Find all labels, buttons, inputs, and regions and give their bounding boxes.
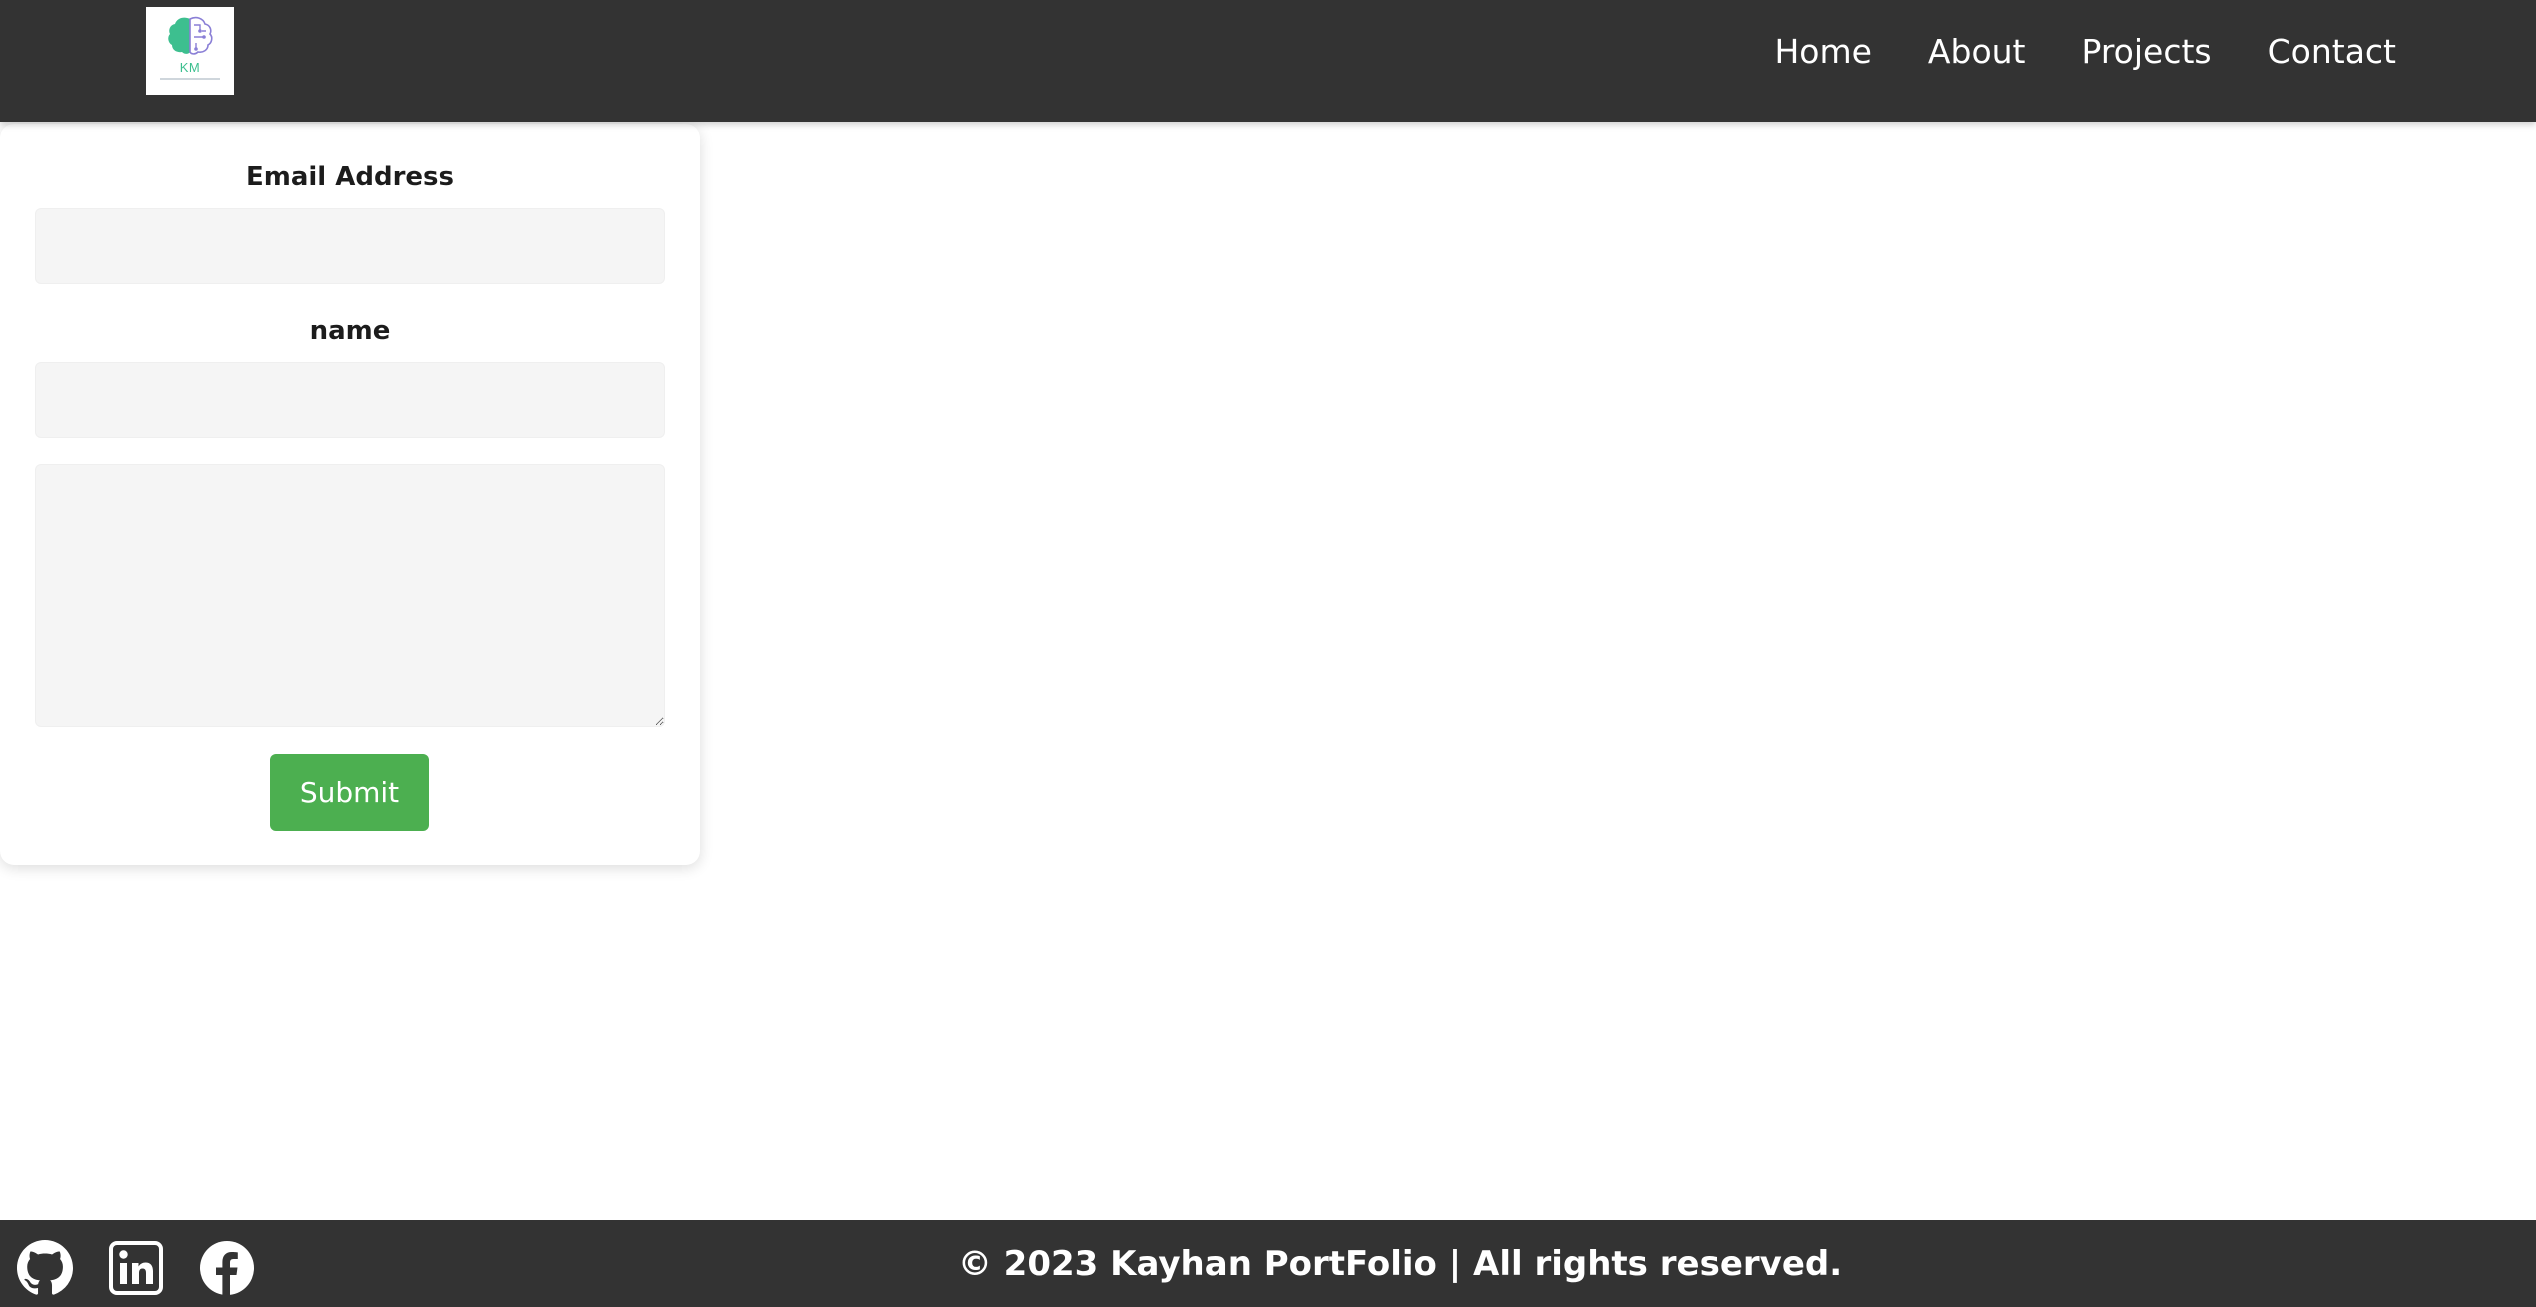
nav-home[interactable]: Home [1774,30,1871,74]
copyright-text: © 2023 Kayhan PortFolio | All rights res… [957,1244,1843,1284]
brain-icon [168,16,213,55]
main-nav: Home About Projects Contact [1718,30,2396,74]
contact-form-card: Email Address name Submit [0,124,700,865]
logo[interactable]: KM [146,7,234,95]
nav-contact[interactable]: Contact [2268,30,2396,74]
message-textarea[interactable] [35,464,665,727]
nav-projects[interactable]: Projects [2082,30,2212,74]
email-label: Email Address [245,162,455,192]
site-footer: © 2023 Kayhan PortFolio | All rights res… [0,1220,2536,1307]
submit-button[interactable]: Submit [270,754,429,831]
name-label: name [309,316,391,346]
nav-about[interactable]: About [1928,30,2026,74]
site-header: KM Home About Projects Contact [0,0,2536,122]
logo-initials: KM [179,60,201,75]
logo-tagline-line [160,78,220,80]
email-field[interactable] [35,208,665,284]
name-field[interactable] [35,362,665,438]
